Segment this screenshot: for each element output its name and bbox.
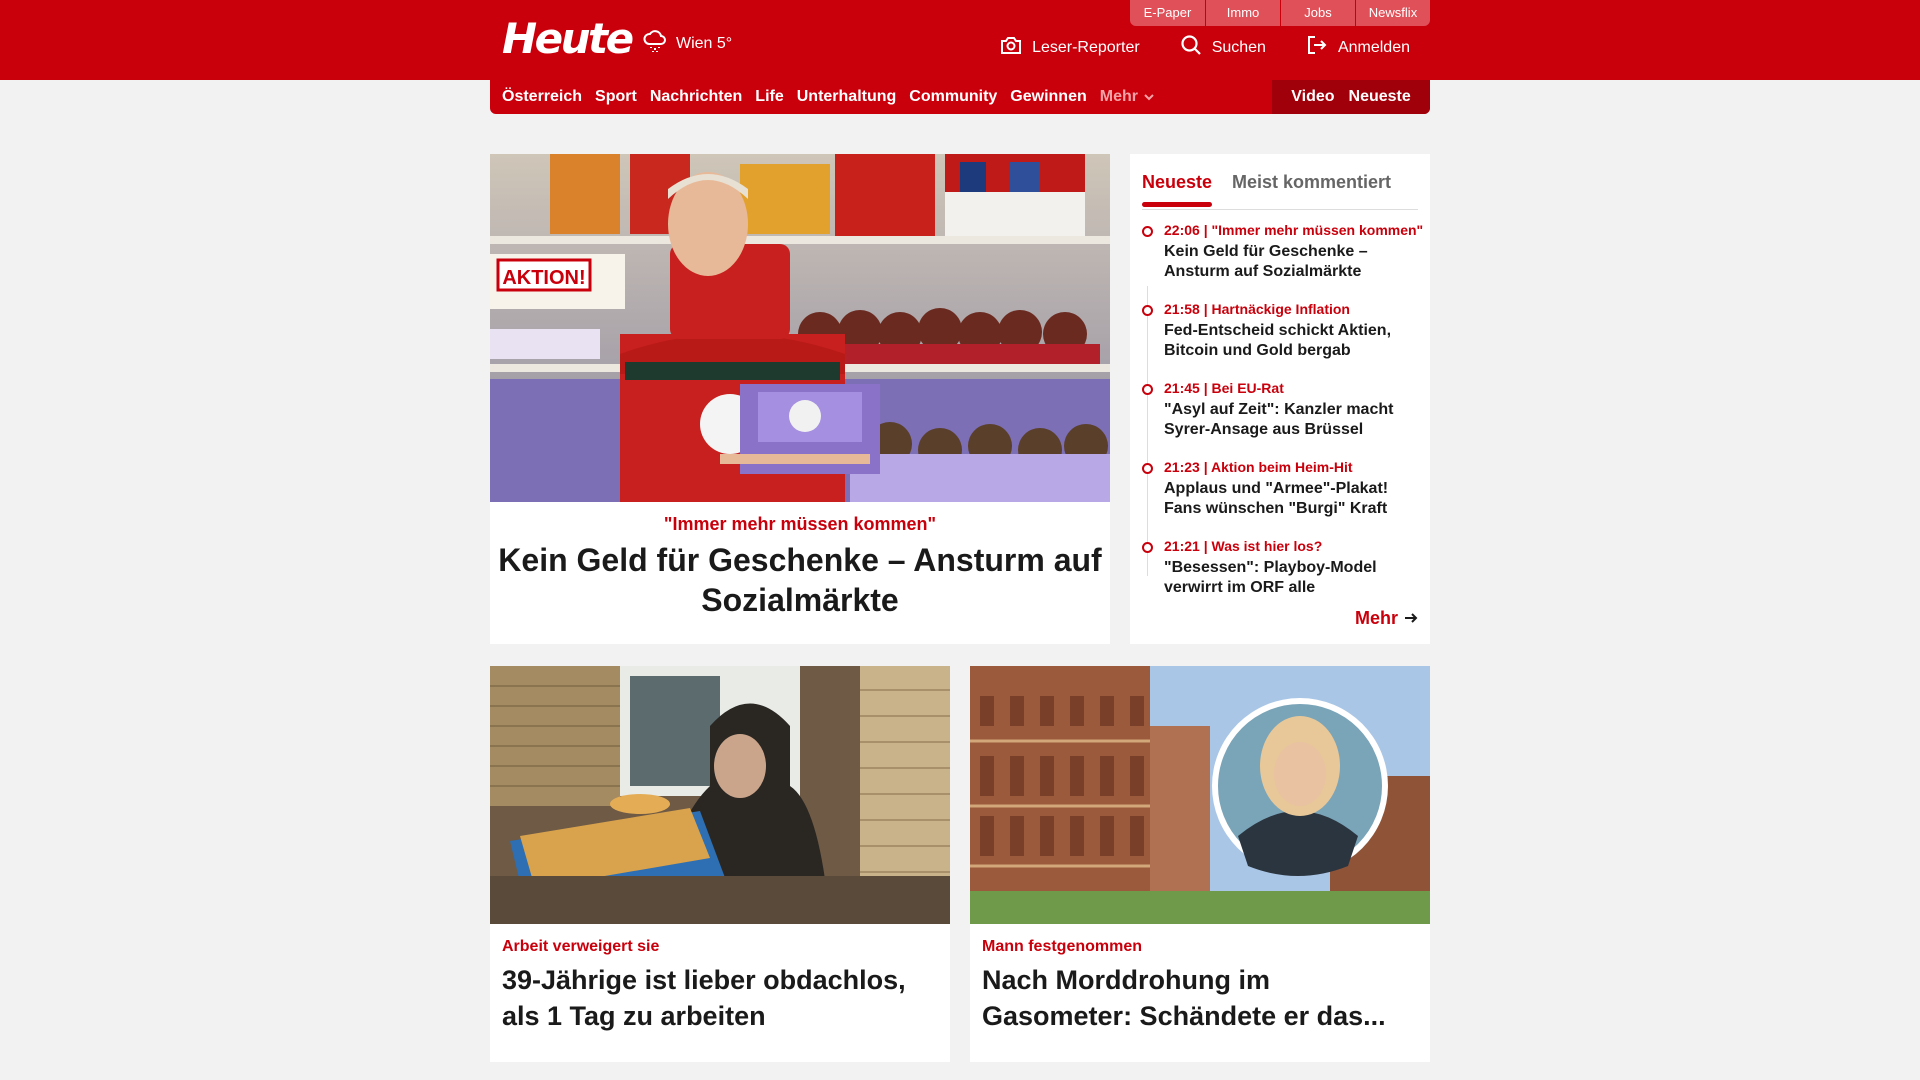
- timeline-time: 21:58: [1164, 301, 1200, 317]
- nav-item-community[interactable]: Community: [909, 88, 997, 106]
- timeline-kicker: "Immer mehr müssen kommen": [1211, 222, 1424, 238]
- article-image[interactable]: [490, 666, 950, 924]
- timeline-dot: [1142, 463, 1153, 474]
- login-button[interactable]: Anmelden: [1306, 34, 1410, 61]
- timeline-item[interactable]: 21:21 | Was ist hier los? "Besessen": Pl…: [1130, 538, 1430, 598]
- rain-cloud-icon: [642, 28, 668, 59]
- nav-item-life[interactable]: Life: [755, 88, 783, 106]
- timeline-meta: 21:21 | Was ist hier los?: [1164, 538, 1323, 554]
- nav-item-unterhaltung[interactable]: Unterhaltung: [797, 88, 897, 106]
- link-immo[interactable]: Immo: [1205, 0, 1280, 26]
- timeline-meta: 21:23 | Aktion beim Heim-Hit: [1164, 459, 1353, 475]
- timeline-kicker: Hartnäckige Inflation: [1211, 301, 1350, 317]
- timeline-kicker: Aktion beim Heim-Hit: [1211, 459, 1353, 475]
- search-label: Suchen: [1211, 38, 1266, 56]
- timeline-dot: [1142, 226, 1153, 237]
- timeline-time: 21:23: [1164, 459, 1200, 475]
- nav-neueste[interactable]: Neueste: [1349, 88, 1411, 106]
- timeline-dot: [1142, 384, 1153, 395]
- leser-reporter-button[interactable]: Leser-Reporter: [1000, 34, 1140, 61]
- card-kicker[interactable]: Mann festgenommen: [982, 938, 1142, 956]
- card-title[interactable]: 39-Jährige ist lieber obdachlos, als 1 T…: [502, 962, 938, 1034]
- timeline-meta: 21:58 | Hartnäckige Inflation: [1164, 301, 1350, 317]
- timeline-meta: 21:45 | Bei EU-Rat: [1164, 380, 1284, 396]
- top-links: E-Paper Immo Jobs Newsflix: [1130, 0, 1430, 26]
- timeline-time: 21:45: [1164, 380, 1200, 396]
- search-button[interactable]: Suchen: [1180, 34, 1266, 61]
- hero-kicker[interactable]: "Immer mehr müssen kommen": [490, 514, 1110, 535]
- nav-items: Österreich Sport Nachrichten Life Unterh…: [502, 80, 1154, 114]
- timeline-time: 22:06: [1164, 222, 1200, 238]
- nav-item-oesterreich[interactable]: Österreich: [502, 88, 582, 106]
- timeline-title[interactable]: Kein Geld für Geschenke – Ansturm auf So…: [1164, 242, 1426, 282]
- timeline-kicker: Bei EU-Rat: [1211, 380, 1284, 396]
- timeline-item[interactable]: 22:06 | "Immer mehr müssen kommen" Kein …: [1130, 222, 1430, 282]
- leser-reporter-label: Leser-Reporter: [1032, 38, 1140, 56]
- timeline-item[interactable]: 21:58 | Hartnäckige Inflation Fed-Entsch…: [1130, 301, 1430, 361]
- header-actions: Leser-Reporter Suchen Anmelden: [1000, 34, 1410, 61]
- timeline-title[interactable]: Fed-Entscheid schickt Aktien, Bitcoin un…: [1164, 321, 1426, 361]
- timeline-item[interactable]: 21:45 | Bei EU-Rat "Asyl auf Zeit": Kanz…: [1130, 380, 1430, 440]
- timeline-time: 21:21: [1164, 538, 1200, 554]
- heute-logo[interactable]: Heute: [502, 14, 634, 63]
- timeline-title[interactable]: "Asyl auf Zeit": Kanzler macht Syrer-Ans…: [1164, 400, 1426, 440]
- weather-widget[interactable]: Wien 5°: [642, 28, 732, 59]
- site-header: Heute Wien 5° E-Paper Immo Jobs Newsflix: [0, 0, 1920, 80]
- search-icon: [1180, 34, 1202, 61]
- sidebar-more-link[interactable]: Mehr: [1355, 608, 1418, 629]
- sidebar-more-label: Mehr: [1354, 608, 1398, 628]
- nav-item-nachrichten[interactable]: Nachrichten: [650, 88, 742, 106]
- nav-item-gewinnen[interactable]: Gewinnen: [1010, 88, 1086, 106]
- link-jobs[interactable]: Jobs: [1280, 0, 1355, 26]
- chevron-down-icon: [1144, 88, 1154, 106]
- link-epaper[interactable]: E-Paper: [1130, 0, 1205, 26]
- nav-video[interactable]: Video: [1291, 88, 1334, 106]
- timeline-title[interactable]: Applaus und "Armee"-Plakat! Fans wünsche…: [1164, 479, 1426, 519]
- sidebar-tabs: Neueste Meist kommentiert: [1142, 164, 1418, 210]
- timeline-meta: 22:06 | "Immer mehr müssen kommen": [1164, 222, 1424, 238]
- hero-article[interactable]: AKTION! "Immer mehr müssen kommen" Kein …: [490, 154, 1110, 644]
- article-image[interactable]: [970, 666, 1430, 924]
- tab-meist-kommentiert[interactable]: Meist kommentiert: [1232, 172, 1391, 193]
- timeline-kicker: Was ist hier los?: [1211, 538, 1323, 554]
- arrow-right-icon: [1404, 608, 1418, 629]
- main-nav: Österreich Sport Nachrichten Life Unterh…: [490, 80, 1430, 114]
- nav-item-sport[interactable]: Sport: [595, 88, 637, 106]
- login-icon: [1306, 34, 1328, 61]
- weather-text: Wien 5°: [676, 34, 733, 52]
- hero-image[interactable]: AKTION!: [490, 154, 1110, 502]
- hero-title[interactable]: Kein Geld für Geschenke – Ansturm auf So…: [490, 540, 1110, 620]
- timeline-dot: [1142, 542, 1153, 553]
- timeline-title[interactable]: "Besessen": Playboy-Model verwirrt im OR…: [1164, 558, 1426, 598]
- header-inner: Heute Wien 5° E-Paper Immo Jobs Newsflix: [490, 0, 1430, 80]
- card-kicker[interactable]: Arbeit verweigert sie: [502, 938, 659, 956]
- timeline-dot: [1142, 305, 1153, 316]
- latest-sidebar: Neueste Meist kommentiert 22:06 | "Immer…: [1130, 154, 1430, 644]
- nav-right: Video Neueste: [1272, 80, 1430, 114]
- timeline-item[interactable]: 21:23 | Aktion beim Heim-Hit Applaus und…: [1130, 459, 1430, 519]
- link-newsflix[interactable]: Newsflix: [1355, 0, 1430, 26]
- article-card[interactable]: Mann festgenommen Nach Morddrohung im Ga…: [970, 666, 1430, 1062]
- camera-icon: [1000, 35, 1022, 60]
- nav-more-label: Mehr: [1099, 88, 1138, 105]
- article-card[interactable]: Arbeit verweigert sie 39-Jährige ist lie…: [490, 666, 950, 1062]
- card-title[interactable]: Nach Morddrohung im Gasometer: Schändete…: [982, 962, 1418, 1034]
- aktion-sign-text: AKTION!: [502, 267, 585, 289]
- login-label: Anmelden: [1337, 38, 1410, 56]
- nav-more-dropdown[interactable]: Mehr: [1100, 88, 1154, 106]
- tab-neueste[interactable]: Neueste: [1142, 172, 1213, 207]
